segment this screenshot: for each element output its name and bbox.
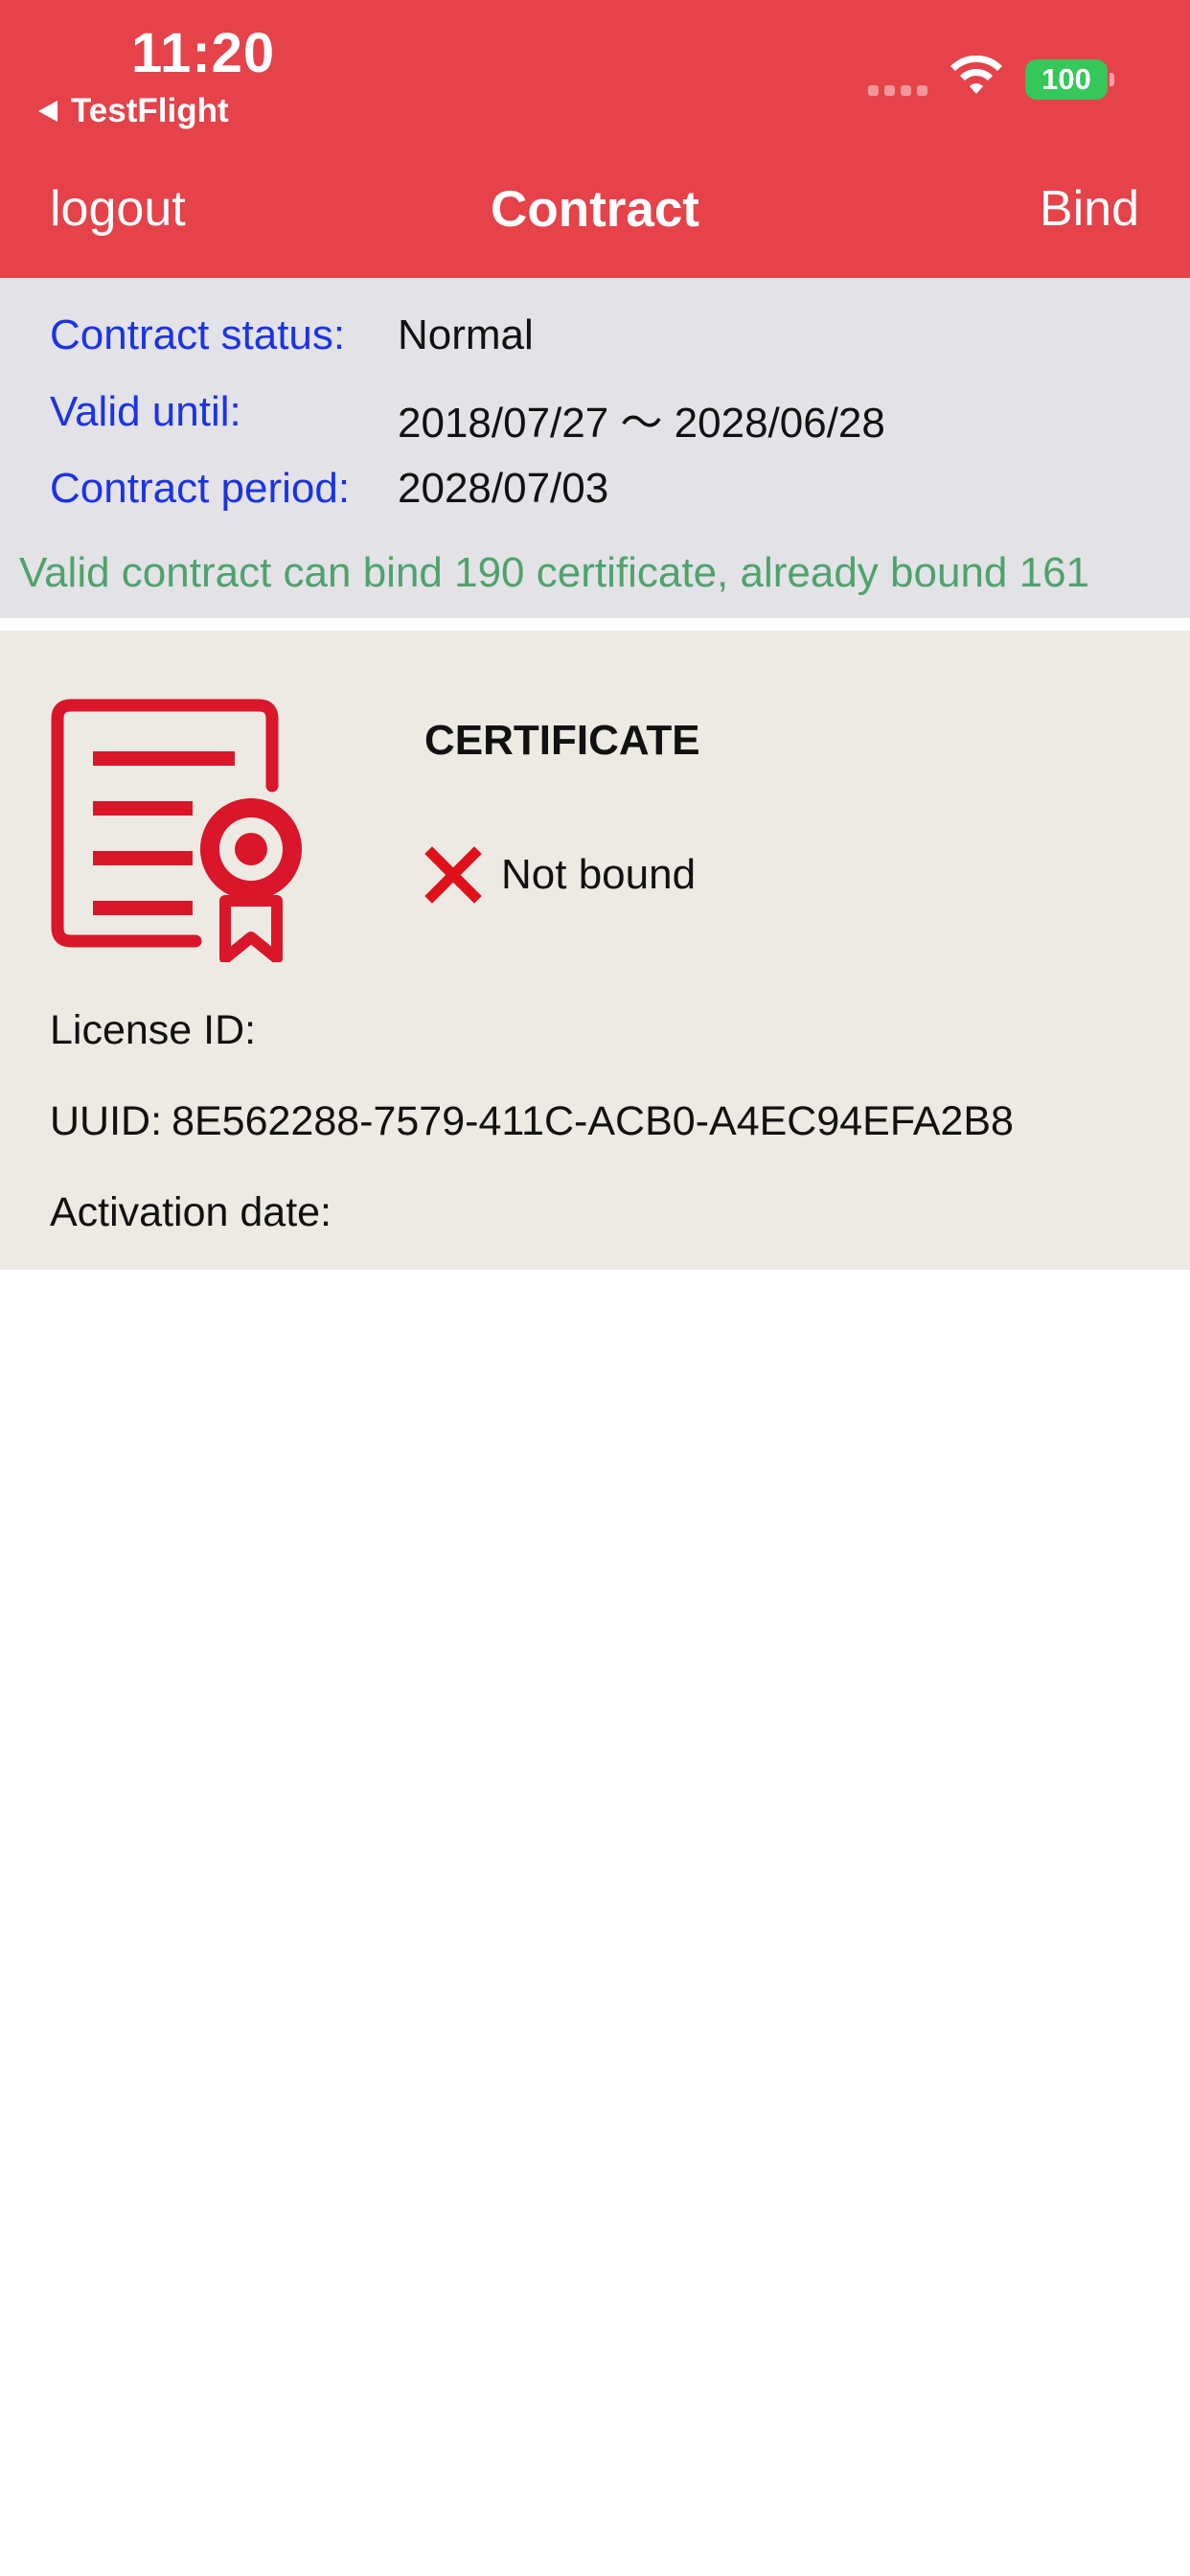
license-id-row: License ID:	[50, 1007, 265, 1054]
certificate-title: CERTIFICATE	[424, 717, 700, 764]
contract-status-label: Contract status:	[50, 311, 346, 358]
uuid-value: 8E562288-7579-411C-ACB0-A4EC94EFA2B8	[172, 1098, 1014, 1144]
certificate-icon	[51, 699, 302, 962]
cellular-signal-icon	[868, 85, 927, 96]
back-triangle-icon	[38, 101, 57, 122]
certificate-card[interactable]: CERTIFICATE Not bound License ID: UUID: 8…	[0, 631, 1190, 1270]
license-id-label: License ID:	[50, 1007, 257, 1053]
binding-status: Not bound	[424, 846, 696, 904]
battery-indicator: 100	[1025, 59, 1108, 100]
logout-button[interactable]: logout	[50, 180, 186, 238]
contract-status-value: Normal	[398, 311, 534, 358]
valid-until-value: 2018/07/27 〜 2028/06/28	[398, 400, 885, 447]
contract-period-row: Contract period: 2028/07/03	[50, 465, 608, 513]
battery-tip	[1110, 73, 1114, 86]
contract-period-value: 2028/07/03	[398, 465, 609, 512]
wifi-icon	[950, 56, 1002, 94]
back-app-label: TestFlight	[71, 92, 229, 129]
contract-period-label: Contract period:	[50, 465, 351, 512]
status-time: 11:20	[131, 22, 276, 84]
contract-status-row: Contract status: Normal	[50, 311, 534, 359]
activation-date-label: Activation date:	[50, 1189, 332, 1235]
activation-date-row: Activation date:	[50, 1189, 341, 1236]
uuid-label: UUID:	[50, 1098, 163, 1144]
back-to-app-link[interactable]: TestFlight	[38, 92, 229, 130]
valid-until-label: Valid until:	[50, 388, 241, 435]
cross-icon	[424, 846, 482, 904]
header: 11:20 TestFlight 100 logout Contract Bin…	[0, 0, 1190, 278]
uuid-row: UUID: 8E562288-7579-411C-ACB0-A4EC94EFA2B…	[50, 1098, 1014, 1145]
bind-button[interactable]: Bind	[1040, 180, 1139, 238]
contract-screen: 11:20 TestFlight 100 logout Contract Bin…	[0, 0, 1190, 2576]
binding-status-text: Not bound	[501, 851, 697, 898]
valid-until-row: Valid until: 2018/07/27 〜 2028/06/28	[50, 388, 885, 449]
binding-quota-note: Valid contract can bind 190 certificate,…	[19, 549, 1090, 596]
contract-info-panel: Contract status: Normal Valid until: 201…	[0, 278, 1190, 618]
